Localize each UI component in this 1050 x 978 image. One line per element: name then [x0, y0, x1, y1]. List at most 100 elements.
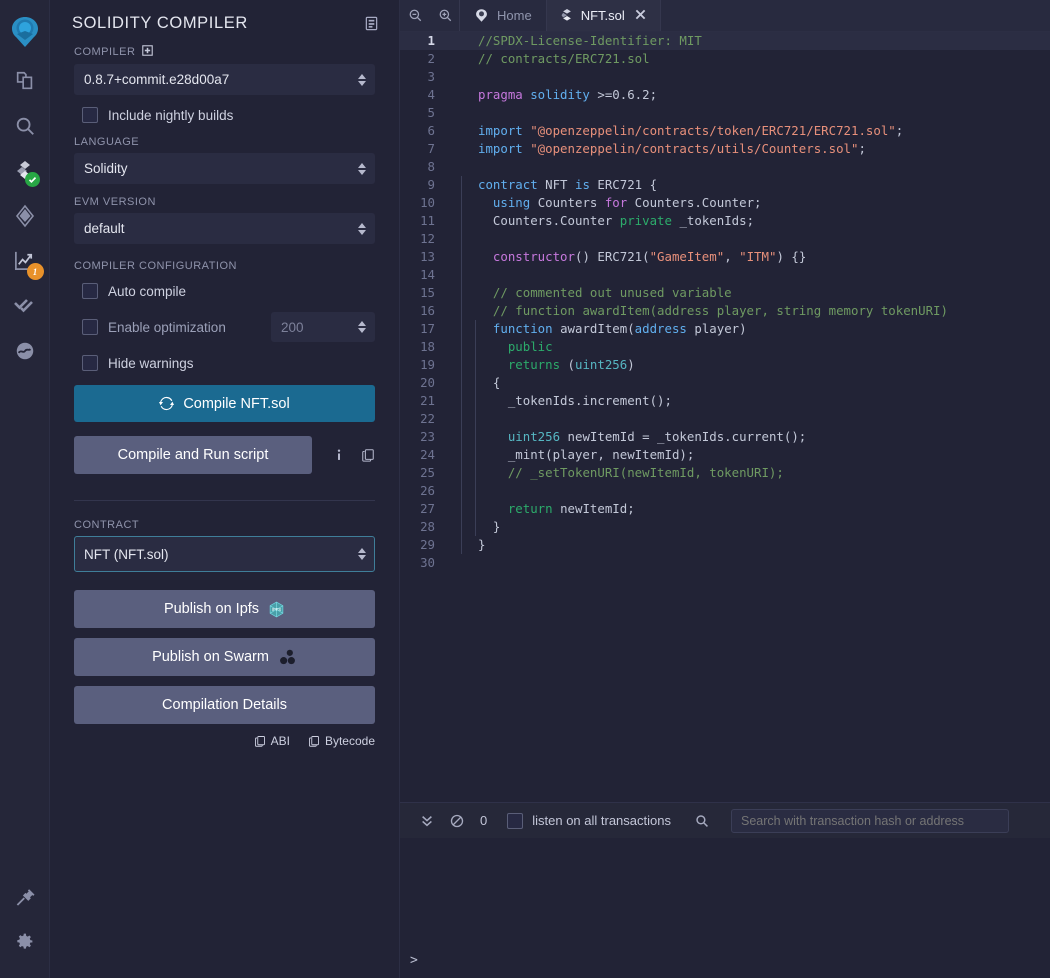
search-icon[interactable]	[0, 103, 50, 148]
enable-optimization-row[interactable]: Enable optimization	[82, 312, 375, 342]
code-text[interactable]: uint256 newItemId = _tokenIds.current();	[445, 428, 806, 446]
hide-warnings-checkbox[interactable]	[82, 355, 98, 371]
copy-abi-link[interactable]: ABI	[254, 734, 290, 748]
plugin-status-icon[interactable]	[0, 328, 50, 373]
info-icon[interactable]	[332, 448, 346, 462]
code-text[interactable]: pragma solidity >=0.6.2;	[445, 86, 657, 104]
enable-optimization-checkbox[interactable]	[82, 319, 98, 335]
code-text[interactable]: // _setTokenURI(newItemId, tokenURI);	[445, 464, 784, 482]
terminal-output[interactable]: >	[400, 838, 1050, 978]
code-text[interactable]: contract NFT is ERC721 {	[445, 176, 657, 194]
code-line[interactable]: 18 public	[400, 338, 1050, 356]
code-text[interactable]	[445, 266, 478, 284]
code-text[interactable]: constructor() ERC721("GameItem", "ITM") …	[445, 248, 806, 266]
compiler-version-select[interactable]: 0.8.7+commit.e28d00a7	[74, 64, 375, 95]
code-line[interactable]: 25 // _setTokenURI(newItemId, tokenURI);	[400, 464, 1050, 482]
plus-square-icon[interactable]	[142, 45, 153, 59]
code-text[interactable]	[445, 482, 478, 500]
code-text[interactable]: // commented out unused variable	[445, 284, 732, 302]
plugin-manager-icon[interactable]	[0, 874, 50, 919]
optimization-runs-input[interactable]	[271, 312, 375, 342]
include-nightly-checkbox[interactable]	[82, 107, 98, 123]
code-text[interactable]: Counters.Counter private _tokenIds;	[445, 212, 754, 230]
code-line[interactable]: 9contract NFT is ERC721 {	[400, 176, 1050, 194]
compile-and-run-script-button[interactable]: Compile and Run script	[74, 436, 312, 474]
deploy-run-icon[interactable]	[0, 193, 50, 238]
code-text[interactable]	[445, 104, 478, 122]
article-icon[interactable]	[364, 16, 379, 31]
unit-testing-icon[interactable]	[0, 283, 50, 328]
code-line[interactable]: 4pragma solidity >=0.6.2;	[400, 86, 1050, 104]
code-text[interactable]	[445, 158, 478, 176]
auto-compile-row[interactable]: Auto compile	[82, 283, 375, 299]
chevron-double-down-icon[interactable]	[412, 814, 442, 828]
code-lines[interactable]: 1//SPDX-License-Identifier: MIT2// contr…	[400, 32, 1050, 572]
code-text[interactable]: _tokenIds.increment();	[445, 392, 672, 410]
publish-on-swarm-button[interactable]: Publish on Swarm	[74, 638, 375, 676]
ban-icon[interactable]	[442, 814, 472, 828]
code-line[interactable]: 17 function awardItem(address player)	[400, 320, 1050, 338]
code-text[interactable]	[445, 230, 478, 248]
listen-all-transactions-row[interactable]: listen on all transactions	[507, 813, 671, 829]
code-text[interactable]: import "@openzeppelin/contracts/token/ER…	[445, 122, 903, 140]
code-text[interactable]	[445, 410, 478, 428]
auto-compile-checkbox[interactable]	[82, 283, 98, 299]
copy-bytecode-link[interactable]: Bytecode	[308, 734, 375, 748]
code-text[interactable]: _mint(player, newItemId);	[445, 446, 694, 464]
settings-gear-icon[interactable]	[0, 919, 50, 964]
search-icon[interactable]	[687, 814, 717, 828]
code-line[interactable]: 8	[400, 158, 1050, 176]
close-icon[interactable]	[635, 8, 646, 23]
code-text[interactable]: returns (uint256)	[445, 356, 635, 374]
code-text[interactable]: function awardItem(address player)	[445, 320, 747, 338]
solidity-compiler-icon[interactable]	[0, 148, 50, 193]
code-text[interactable]: {	[445, 374, 500, 392]
debugger-icon[interactable]: 1	[0, 238, 50, 283]
evm-version-select[interactable]: default	[74, 213, 375, 244]
zoom-in-icon[interactable]	[430, 0, 460, 31]
code-line[interactable]: 26	[400, 482, 1050, 500]
code-line[interactable]: 1//SPDX-License-Identifier: MIT	[400, 32, 1050, 50]
file-explorer-icon[interactable]	[0, 58, 50, 103]
copy-icon[interactable]	[361, 448, 375, 462]
include-nightly-row[interactable]: Include nightly builds	[82, 107, 375, 123]
tab-home[interactable]: Home	[459, 0, 547, 31]
code-text[interactable]: using Counters for Counters.Counter;	[445, 194, 762, 212]
code-text[interactable]: public	[445, 338, 553, 356]
code-text[interactable]	[445, 68, 478, 86]
code-text[interactable]: return newItemId;	[445, 500, 635, 518]
listen-all-transactions-checkbox[interactable]	[507, 813, 523, 829]
hide-warnings-row[interactable]: Hide warnings	[82, 355, 375, 371]
code-line[interactable]: 27 return newItemId;	[400, 500, 1050, 518]
terminal-search-input[interactable]	[731, 809, 1009, 833]
code-line[interactable]: 28 }	[400, 518, 1050, 536]
code-line[interactable]: 16 // function awardItem(address player,…	[400, 302, 1050, 320]
code-line[interactable]: 22	[400, 410, 1050, 428]
code-line[interactable]: 30	[400, 554, 1050, 572]
remix-logo-icon[interactable]	[0, 6, 50, 58]
code-text[interactable]: }	[445, 518, 500, 536]
code-line[interactable]: 6import "@openzeppelin/contracts/token/E…	[400, 122, 1050, 140]
code-line[interactable]: 14	[400, 266, 1050, 284]
code-text[interactable]: }	[445, 536, 485, 554]
code-line[interactable]: 2// contracts/ERC721.sol	[400, 50, 1050, 68]
code-text[interactable]: //SPDX-License-Identifier: MIT	[445, 32, 702, 50]
code-line[interactable]: 29}	[400, 536, 1050, 554]
code-line[interactable]: 15 // commented out unused variable	[400, 284, 1050, 302]
terminal-prompt[interactable]: >	[410, 953, 418, 968]
code-line[interactable]: 12	[400, 230, 1050, 248]
code-line[interactable]: 24 _mint(player, newItemId);	[400, 446, 1050, 464]
code-line[interactable]: 10 using Counters for Counters.Counter;	[400, 194, 1050, 212]
code-line[interactable]: 19 returns (uint256)	[400, 356, 1050, 374]
code-text[interactable]: // contracts/ERC721.sol	[445, 50, 650, 68]
compile-button[interactable]: Compile NFT.sol	[74, 385, 375, 422]
code-line[interactable]: 11 Counters.Counter private _tokenIds;	[400, 212, 1050, 230]
code-line[interactable]: 7import "@openzeppelin/contracts/utils/C…	[400, 140, 1050, 158]
code-line[interactable]: 13 constructor() ERC721("GameItem", "ITM…	[400, 248, 1050, 266]
code-line[interactable]: 21 _tokenIds.increment();	[400, 392, 1050, 410]
zoom-out-icon[interactable]	[400, 0, 430, 31]
tab-nft-sol[interactable]: NFT.sol	[546, 0, 661, 31]
code-line[interactable]: 3	[400, 68, 1050, 86]
publish-on-ipfs-button[interactable]: Publish on Ipfs IPFS	[74, 590, 375, 628]
code-editor[interactable]: 1//SPDX-License-Identifier: MIT2// contr…	[400, 32, 1050, 802]
